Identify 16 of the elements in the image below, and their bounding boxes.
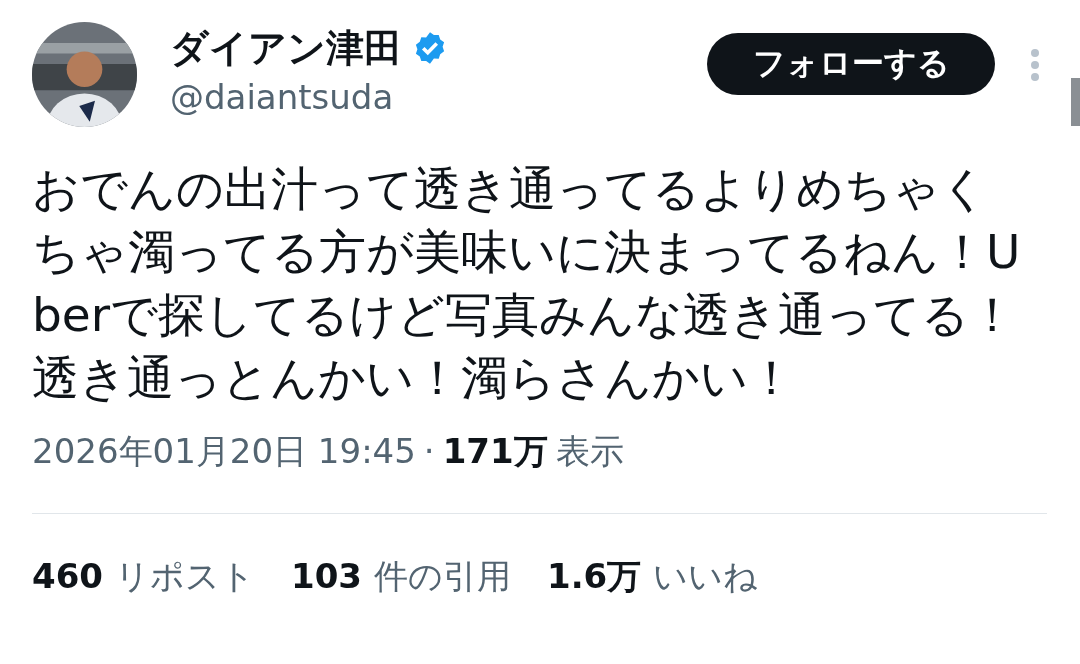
view-label: 表示 (555, 430, 624, 473)
stat-label[interactable]: いいね (653, 554, 759, 600)
stat-count[interactable]: 103 (291, 556, 362, 596)
separator: · (423, 431, 435, 471)
stat-count[interactable]: 460 (32, 556, 103, 596)
more-options-icon[interactable] (1030, 48, 1040, 82)
stat-label[interactable]: 件の引用 (373, 554, 511, 600)
post-text: おでんの出汁って透き通ってるよりめちゃくちゃ濁ってる方が美味いに決まってるねん！Uberで探してるけど写真みんな透き通ってる！透き通っとんかい！濁らさんかい！ (32, 160, 1022, 407)
follow-button[interactable]: フォローする (707, 33, 995, 95)
stat-count[interactable]: 1.6万 (546, 554, 642, 600)
view-count: 171万 (442, 430, 548, 473)
post-timestamp[interactable]: 2026年01月20日 19:45 (32, 429, 416, 475)
author-name[interactable]: ダイアン津田 (170, 24, 402, 72)
scrollbar[interactable] (1071, 78, 1080, 126)
author-handle[interactable]: @daiantsuda (170, 72, 448, 122)
stat-label[interactable]: リポスト (115, 554, 255, 600)
